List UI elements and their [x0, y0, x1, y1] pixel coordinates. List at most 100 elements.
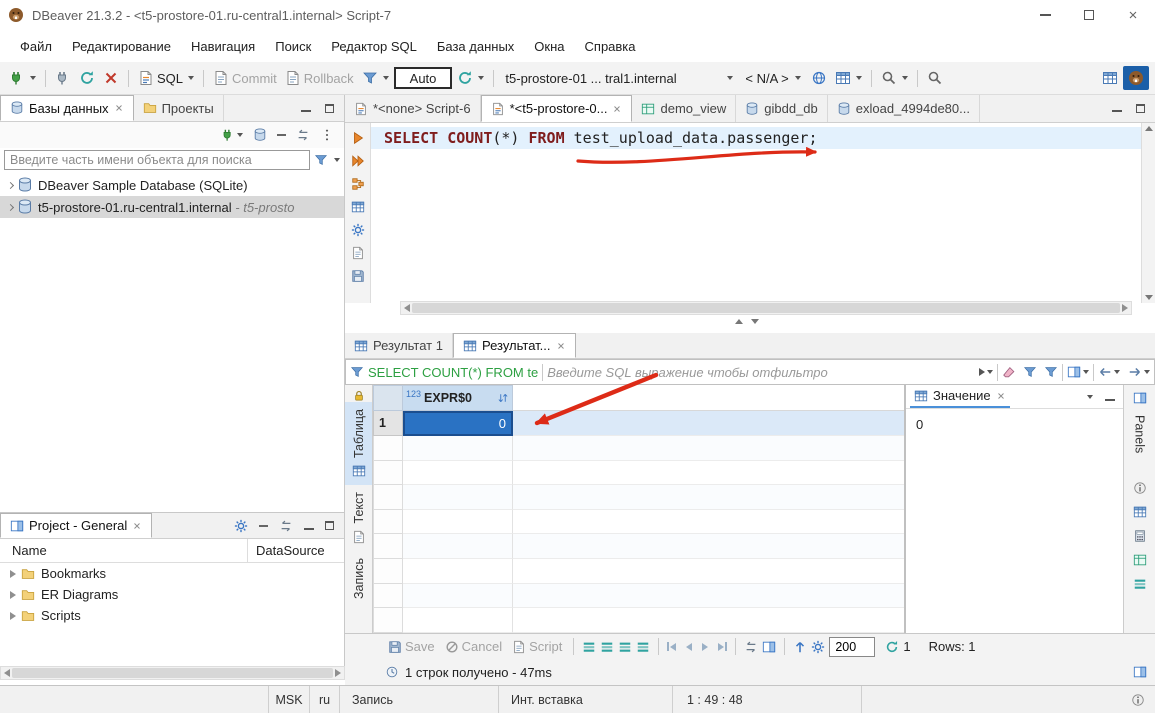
menu-edit[interactable]: Редактирование: [62, 30, 181, 62]
grid-cell[interactable]: [403, 485, 513, 510]
menu-help[interactable]: Справка: [575, 30, 646, 62]
panel-menu-icon[interactable]: [1087, 395, 1093, 399]
project-item-bookmarks[interactable]: Bookmarks: [0, 563, 344, 584]
editor-results-sash[interactable]: [735, 319, 759, 324]
grid-empty-row[interactable]: [373, 436, 904, 461]
search-menu-button[interactable]: [878, 66, 911, 90]
menu-navigate[interactable]: Навигация: [181, 30, 265, 62]
scroll-up-icon[interactable]: [1145, 126, 1153, 131]
column-header-datasource[interactable]: DataSource: [248, 543, 344, 558]
calculator-panel-icon[interactable]: [1133, 529, 1147, 543]
explain-plan-icon[interactable]: [351, 177, 365, 191]
maximize-view-icon[interactable]: [1136, 104, 1145, 113]
row-header-cell[interactable]: [373, 485, 403, 510]
caret-position-indicator[interactable]: 1 : 49 : 48: [673, 686, 861, 713]
menu-file[interactable]: Файл: [10, 30, 62, 62]
apply-filter-icon[interactable]: [979, 368, 985, 376]
schema-selector[interactable]: < N/A >: [740, 66, 805, 90]
object-search-input[interactable]: [4, 150, 310, 170]
timezone-indicator[interactable]: MSK: [269, 686, 309, 713]
perspective-button[interactable]: [1099, 66, 1121, 90]
editor-hscrollbar[interactable]: [400, 301, 1132, 315]
insert-mode-indicator[interactable]: Инт. вставка: [499, 686, 672, 713]
window-maximize-button[interactable]: [1067, 0, 1111, 30]
edit-cell-icon[interactable]: [636, 640, 650, 654]
tree-item-t5-prostore[interactable]: t5-prostore-01.ru-central1.internal - t5…: [0, 196, 344, 218]
tab-exload[interactable]: exload_4994de80...: [828, 95, 980, 122]
sql-text-line[interactable]: SELECT COUNT(*) FROM test_upload_data.pa…: [384, 127, 818, 149]
menu-database[interactable]: База данных: [427, 30, 524, 62]
auto-commit-button[interactable]: Auto: [394, 67, 453, 89]
new-connection-button[interactable]: [6, 66, 39, 90]
row-header-cell[interactable]: [373, 436, 403, 461]
filter-input-placeholder[interactable]: Введите SQL выражение чтобы отфильтро: [547, 365, 828, 380]
zoom-panel-icon[interactable]: [762, 640, 776, 654]
view-menu-icon[interactable]: [320, 128, 334, 142]
next-row-button[interactable]: [702, 643, 708, 651]
commit-button[interactable]: Commit: [210, 66, 280, 90]
grid-cell[interactable]: [403, 559, 513, 584]
grid-settings-gear-icon[interactable]: [811, 640, 825, 654]
link-with-editor-icon[interactable]: [279, 519, 293, 533]
expand-chevron-icon[interactable]: [7, 181, 14, 188]
save-button[interactable]: Save: [385, 635, 438, 659]
value-content[interactable]: 0: [906, 409, 1123, 440]
row-header-cell[interactable]: [373, 534, 403, 559]
row-header-cell[interactable]: [373, 584, 403, 609]
settings-gear-icon[interactable]: [234, 519, 248, 533]
connect-button[interactable]: [52, 66, 74, 90]
metadata-panel-icon[interactable]: [1133, 553, 1147, 567]
invalidate-reconnect-button[interactable]: [76, 66, 98, 90]
write-mode-indicator[interactable]: Запись: [340, 686, 498, 713]
language-indicator[interactable]: ru: [310, 686, 339, 713]
tab-gibdd-db[interactable]: gibdd_db: [736, 95, 828, 122]
grid-row-1[interactable]: 1 0: [373, 411, 904, 436]
panel-toggle-icon[interactable]: [1133, 665, 1147, 679]
column-header-expr0[interactable]: 123 EXPR$0: [403, 385, 513, 411]
grid-cell[interactable]: [403, 461, 513, 486]
grid-cell[interactable]: [403, 534, 513, 559]
grid-corner-cell[interactable]: [373, 385, 403, 411]
filter-icon[interactable]: [314, 153, 328, 167]
grid-empty-row[interactable]: [373, 510, 904, 535]
scrollbar-thumb[interactable]: [12, 668, 333, 678]
tab-projects[interactable]: Проекты: [134, 95, 224, 121]
value-viewer-icon[interactable]: [1133, 481, 1147, 495]
tab-script-7-active[interactable]: *<t5-prostore-0...: [481, 95, 633, 122]
column-header-name[interactable]: Name: [0, 543, 247, 558]
link-with-editor-icon[interactable]: [296, 128, 310, 142]
network-button[interactable]: [808, 66, 830, 90]
scroll-right-icon[interactable]: [335, 669, 341, 677]
save-filter-icon[interactable]: [1044, 365, 1058, 379]
menu-search[interactable]: Поиск: [265, 30, 321, 62]
tab-databases[interactable]: Базы данных: [0, 95, 134, 121]
transaction-mode-button[interactable]: [359, 66, 392, 90]
refresh-results-icon[interactable]: [885, 640, 899, 654]
history-forward-icon[interactable]: [1128, 365, 1142, 379]
grid-view-icon[interactable]: [1133, 505, 1147, 519]
project-item-scripts[interactable]: Scripts: [0, 605, 344, 626]
duplicate-row-icon[interactable]: [600, 640, 614, 654]
sql-editor[interactable]: SELECT COUNT(*) FROM test_upload_data.pa…: [371, 123, 1141, 303]
tab-project-general[interactable]: Project - General: [0, 513, 152, 538]
open-object-button[interactable]: [832, 66, 865, 90]
clear-filter-icon[interactable]: [1002, 365, 1016, 379]
scroll-right-icon[interactable]: [1122, 304, 1128, 312]
grid-empty-row[interactable]: [373, 461, 904, 486]
close-tab-icon[interactable]: [114, 103, 124, 113]
add-row-icon[interactable]: [582, 640, 596, 654]
tab-demo-view[interactable]: demo_view: [632, 95, 736, 122]
close-tab-icon[interactable]: [996, 391, 1006, 401]
sql-editor-button[interactable]: SQL: [135, 66, 197, 90]
cancel-button[interactable]: Cancel: [442, 635, 505, 659]
quick-search-button[interactable]: [924, 66, 946, 90]
row-header-cell[interactable]: [373, 510, 403, 535]
panels-icon[interactable]: [1133, 391, 1147, 405]
grid-empty-row[interactable]: [373, 534, 904, 559]
grid-empty-row[interactable]: [373, 485, 904, 510]
expander-icon[interactable]: [10, 612, 16, 620]
go-to-row-icon[interactable]: [744, 640, 758, 654]
row-header-cell[interactable]: [373, 559, 403, 584]
close-tab-icon[interactable]: [556, 341, 566, 351]
editor-vscrollbar[interactable]: [1141, 123, 1155, 303]
